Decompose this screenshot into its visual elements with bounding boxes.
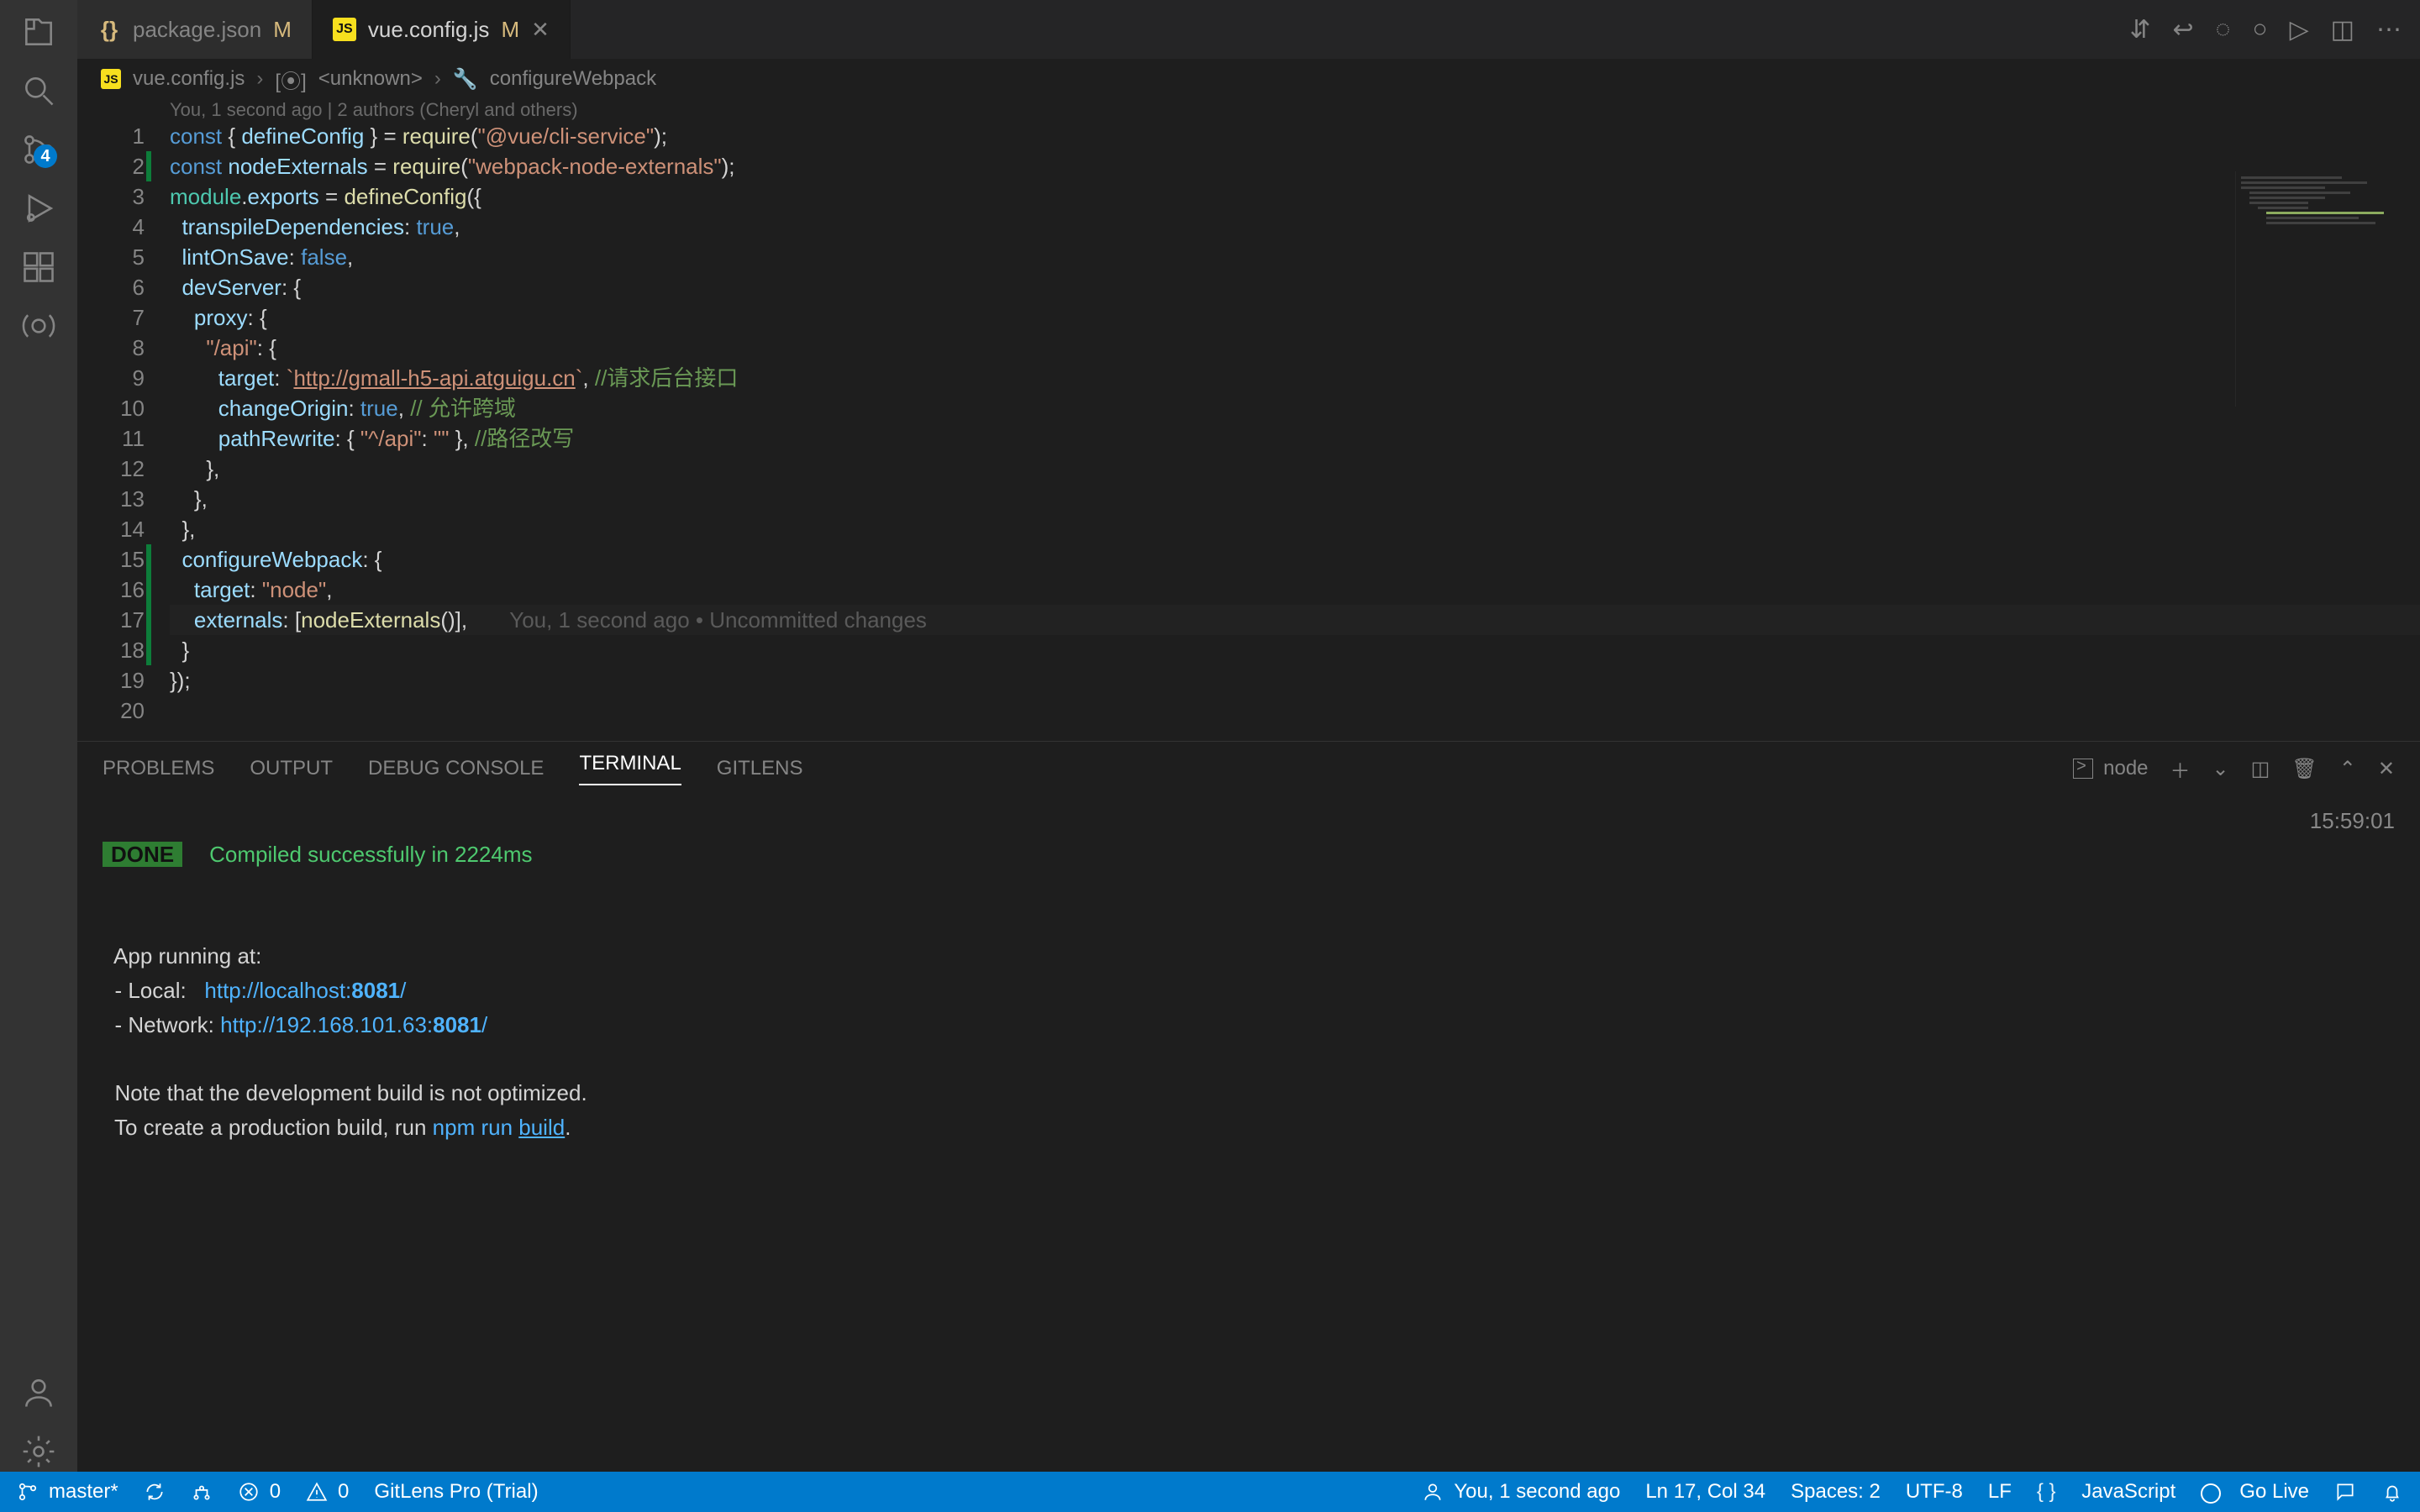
live-icon[interactable] (18, 306, 59, 346)
local-url[interactable]: http://localhost:8081/ (204, 978, 406, 1003)
nav-next-icon[interactable]: ○ (2252, 15, 2267, 44)
bottom-panel: PROBLEMS OUTPUT DEBUG CONSOLE TERMINAL G… (77, 741, 2420, 1472)
git-compare-icon[interactable]: ⇵ (2129, 15, 2150, 45)
network-url[interactable]: http://192.168.101.63:8081/ (220, 1012, 487, 1037)
status-bar: master* 0 0 GitLens Pro (Trial) You, 1 s… (0, 1472, 2420, 1512)
status-bell-icon[interactable] (2381, 1481, 2403, 1503)
status-blame[interactable]: You, 1 second ago (1422, 1480, 1620, 1504)
terminal-line: . (565, 1115, 571, 1140)
code-area[interactable]: const { defineConfig } = require("@vue/c… (170, 121, 2420, 741)
breadcrumb-module: <unknown> (318, 67, 423, 91)
gitlens-authors: You, 1 second ago | 2 authors (Cheryl an… (170, 99, 2420, 121)
nav-prev-icon[interactable]: ◌ (2216, 15, 2231, 44)
json-file-icon: {} (97, 18, 121, 41)
minimap[interactable] (2235, 171, 2420, 407)
modified-indicator: M (501, 17, 519, 43)
panel-tab-gitlens[interactable]: GITLENS (717, 757, 803, 780)
breadcrumb-symbol: configureWebpack (490, 67, 656, 91)
terminal-line: build (518, 1115, 565, 1140)
status-encoding[interactable]: UTF-8 (1906, 1480, 1963, 1504)
status-errors[interactable]: 0 (238, 1480, 281, 1504)
chevron-icon: › (434, 67, 441, 91)
line-number-gutter: 1234567891011121314151617181920 (77, 121, 170, 741)
tab-bar: {} package.json M JS vue.config.js M ✕ ⇵… (77, 0, 2420, 59)
split-editor-icon[interactable]: ◫ (2331, 15, 2354, 45)
status-eol[interactable]: LF (1988, 1480, 2012, 1504)
status-sync[interactable] (144, 1481, 166, 1503)
tab-label: vue.config.js (368, 17, 490, 43)
module-icon: [⦿] (275, 65, 306, 94)
status-golive[interactable]: Go Live (2201, 1480, 2309, 1504)
settings-gear-icon[interactable] (18, 1431, 59, 1472)
terminal-line: - Local: (103, 978, 204, 1003)
search-icon[interactable] (18, 71, 59, 111)
panel-tab-problems[interactable]: PROBLEMS (103, 757, 214, 780)
panel-tabs: PROBLEMS OUTPUT DEBUG CONSOLE TERMINAL G… (77, 742, 2420, 795)
activity-bar: 4 (0, 0, 77, 1472)
modified-indicator: M (273, 17, 292, 43)
status-graph-icon[interactable] (191, 1481, 213, 1503)
close-tab-icon[interactable]: ✕ (531, 17, 550, 43)
terminal-line: - Network: (103, 1012, 220, 1037)
extensions-icon[interactable] (18, 247, 59, 287)
close-panel-icon[interactable]: ✕ (2378, 757, 2395, 781)
scm-icon[interactable]: 4 (18, 129, 59, 170)
terminal-line: npm run (433, 1115, 519, 1140)
explorer-icon[interactable] (18, 12, 59, 52)
git-pr-icon[interactable]: ↩︎ (2172, 15, 2193, 45)
done-badge: DONE (103, 842, 182, 867)
run-debug-icon[interactable] (18, 188, 59, 228)
status-language[interactable]: { } JavaScript (2037, 1480, 2175, 1504)
breadcrumb-file: vue.config.js (133, 67, 245, 91)
run-icon[interactable]: ▷ (2290, 15, 2309, 45)
js-file-icon: JS (333, 18, 356, 41)
breadcrumb[interactable]: JS vue.config.js › [⦿] <unknown> › 🔧 con… (77, 59, 2420, 99)
terminal-output[interactable]: DONE Compiled successfully in 2224ms 15:5… (77, 795, 2420, 1472)
more-icon[interactable]: ⋯ (2376, 15, 2402, 45)
status-gitlens[interactable]: GitLens Pro (Trial) (374, 1480, 538, 1504)
code-editor[interactable]: 1234567891011121314151617181920 const { … (77, 121, 2420, 741)
status-lncol[interactable]: Ln 17, Col 34 (1645, 1480, 1765, 1504)
scm-badge: 4 (34, 144, 57, 168)
tab-vue-config[interactable]: JS vue.config.js M ✕ (313, 0, 571, 59)
status-branch[interactable]: master* (17, 1480, 118, 1504)
tab-label: package.json (133, 17, 261, 43)
compile-timestamp: 15:59:01 (2310, 804, 2395, 837)
wrench-icon: 🔧 (453, 67, 478, 92)
panel-tab-debug-console[interactable]: DEBUG CONSOLE (368, 757, 544, 780)
terminal-line: To create a production build, run (103, 1115, 433, 1140)
compile-status: Compiled successfully in 2224ms (209, 842, 532, 867)
terminal-icon (2073, 759, 2093, 779)
main-column: {} package.json M JS vue.config.js M ✕ ⇵… (77, 0, 2420, 1472)
js-file-icon: JS (101, 69, 121, 89)
account-icon[interactable] (18, 1373, 59, 1413)
terminal-process-label[interactable]: node (2073, 757, 2148, 780)
status-warnings[interactable]: 0 (306, 1480, 349, 1504)
status-spaces[interactable]: Spaces: 2 (1791, 1480, 1881, 1504)
kill-terminal-icon[interactable]: 🗑 (2291, 757, 2317, 781)
status-feedback-icon[interactable] (2334, 1481, 2356, 1503)
panel-tab-output[interactable]: OUTPUT (250, 757, 333, 780)
tab-package-json[interactable]: {} package.json M (77, 0, 313, 59)
terminal-dropdown-icon[interactable]: ⌄ (2212, 757, 2229, 781)
editor-title-actions: ⇵ ↩︎ ◌ ○ ▷ ◫ ⋯ (2129, 0, 2420, 59)
panel-tab-terminal[interactable]: TERMINAL (579, 752, 681, 785)
terminal-line: App running at: (103, 943, 261, 969)
split-terminal-icon[interactable]: ◫ (2251, 757, 2270, 781)
maximize-panel-icon[interactable]: ⌃ (2339, 757, 2356, 781)
chevron-icon: › (256, 67, 263, 91)
terminal-line: Note that the development build is not o… (103, 1080, 587, 1105)
new-terminal-icon[interactable]: ＋ (2170, 754, 2191, 784)
